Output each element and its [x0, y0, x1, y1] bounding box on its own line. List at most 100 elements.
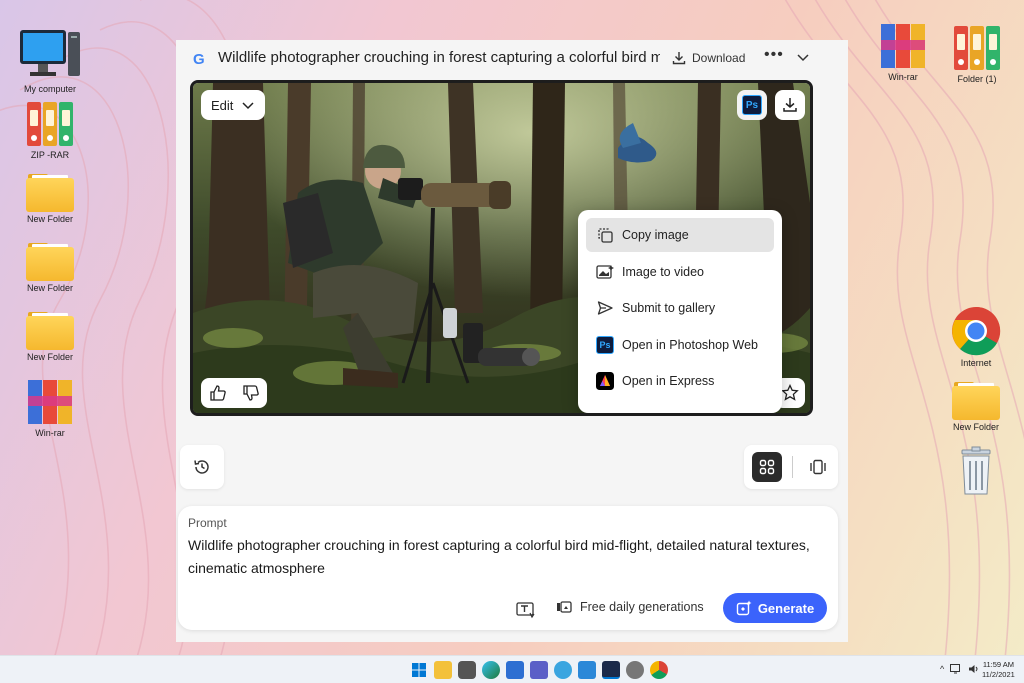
download-image-button[interactable] — [775, 90, 805, 120]
clock[interactable]: 11:59 AM 11/2/2021 — [982, 660, 1015, 680]
window-title: Wildlife photographer crouching in fores… — [218, 49, 660, 66]
active-app-icon[interactable] — [602, 661, 620, 679]
download-label: Download — [692, 51, 746, 65]
desktop-icon-label: New Folder — [26, 283, 73, 293]
settings-icon[interactable] — [626, 661, 644, 679]
computer-icon — [20, 30, 80, 76]
generate-label: Generate — [757, 600, 815, 616]
desktop-icon-winrar-right[interactable]: Win-rar — [863, 22, 943, 82]
menu-item-copy-image[interactable]: Copy image — [586, 218, 774, 252]
desktop-icon-my-computer[interactable]: My computer — [10, 26, 90, 94]
desktop-icon-new-folder-right[interactable]: New Folder — [936, 380, 1016, 432]
menu-item-label: Image to video — [622, 264, 704, 279]
menu-item-image-to-video[interactable]: Image to video — [586, 255, 774, 289]
tray-chevron-icon[interactable]: ^ — [940, 664, 944, 674]
winrar-icon — [26, 378, 74, 426]
single-view-button[interactable] — [803, 452, 833, 482]
carousel-icon — [810, 459, 826, 475]
more-options-button[interactable]: ••• — [764, 46, 784, 64]
history-button[interactable] — [180, 445, 224, 489]
desktop-icon-label: Internet — [960, 358, 992, 368]
desktop-icon-internet[interactable]: Internet — [936, 306, 1016, 368]
desktop-icon-label: ZIP -RAR — [30, 150, 70, 160]
folder-icon — [26, 241, 74, 281]
camera-icon[interactable] — [458, 661, 476, 679]
desktop-icon-new-folder-3[interactable]: New Folder — [10, 310, 90, 362]
video-icon — [596, 264, 614, 279]
network-status-icon[interactable] — [950, 664, 962, 674]
view-mode-toggle — [744, 445, 838, 489]
prompt-input[interactable]: Wildlife photographer crouching in fores… — [188, 534, 828, 580]
chrome-icon[interactable] — [650, 661, 668, 679]
prompt-label: Prompt — [188, 516, 227, 530]
firefly-window: G Wildlife photographer crouching in for… — [176, 40, 848, 642]
grid-view-button[interactable] — [752, 452, 782, 482]
binders-icon — [952, 26, 1002, 72]
history-icon — [194, 460, 209, 474]
open-in-photoshop-button[interactable]: Ps — [737, 90, 767, 120]
thumbs-down-icon[interactable] — [242, 384, 260, 402]
download-icon — [672, 52, 686, 65]
edge-icon[interactable] — [482, 661, 500, 679]
photoshop-icon: Ps — [596, 335, 614, 354]
start-button[interactable] — [410, 661, 428, 679]
chevron-down-icon — [242, 102, 254, 110]
desktop-icon-recycle-bin[interactable] — [936, 446, 1016, 496]
prompt-panel: Prompt Wildlife photographer crouching i… — [178, 506, 838, 630]
menu-item-label: Open in Express — [622, 374, 715, 389]
text-effects-button[interactable] — [514, 598, 538, 622]
google-logo-icon: G — [193, 51, 205, 68]
desktop-icon-winrar[interactable]: Win-rar — [10, 378, 90, 438]
feedback-group — [201, 378, 267, 408]
desktop-icon-label: New Folder — [952, 422, 999, 432]
thumbs-up-icon[interactable] — [209, 384, 227, 402]
photos-icon[interactable] — [578, 661, 596, 679]
text-image-icon — [516, 602, 535, 619]
desktop-icon-zip-rar[interactable]: ZIP -RAR — [10, 102, 90, 160]
credits-icon — [557, 601, 572, 613]
file-explorer-icon[interactable] — [434, 661, 452, 679]
generated-image-frame[interactable]: Edit Ps Copy image Image to video Submit… — [190, 80, 813, 416]
edit-label: Edit — [211, 97, 234, 113]
volume-icon[interactable] — [968, 664, 980, 674]
windows-icon — [412, 663, 426, 677]
desktop-icon-new-folder-2[interactable]: New Folder — [10, 241, 90, 293]
divider — [792, 456, 793, 478]
desktop-icon-label: My computer — [23, 84, 76, 94]
menu-item-label: Open in Photoshop Web — [622, 337, 758, 352]
grid-icon — [759, 459, 775, 475]
chrome-icon — [952, 306, 1001, 356]
free-generations-indicator: Free daily generations — [556, 600, 704, 614]
winrar-icon — [879, 22, 927, 70]
folder-icon — [26, 172, 74, 212]
chevron-down-icon[interactable] — [796, 50, 810, 64]
sparkle-icon — [736, 600, 752, 616]
binders-icon — [25, 102, 75, 148]
download-button[interactable]: Download — [672, 48, 745, 68]
clock-time: 11:59 AM — [982, 660, 1014, 669]
folder-icon — [26, 310, 74, 350]
menu-item-label: Copy image — [622, 228, 689, 242]
taskbar: ^ 11:59 AM 11/2/2021 — [0, 655, 1024, 683]
edit-dropdown[interactable]: Edit — [201, 90, 265, 120]
image-context-menu: Copy image Image to video Submit to gall… — [578, 210, 782, 413]
desktop-icon-label: Win-rar — [35, 428, 65, 438]
send-icon — [597, 301, 613, 315]
generate-button[interactable]: Generate — [723, 593, 827, 623]
recycle-bin-icon — [961, 446, 991, 495]
free-generations-label: Free daily generations — [580, 600, 704, 614]
network-icon[interactable] — [554, 661, 572, 679]
desktop-icon-label: New Folder — [26, 352, 73, 362]
teams-icon[interactable] — [530, 661, 548, 679]
download-icon — [783, 98, 797, 112]
desktop-icon-folder-1[interactable]: Folder (1) — [937, 26, 1017, 84]
store-icon[interactable] — [506, 661, 524, 679]
folder-icon — [952, 380, 1000, 420]
menu-item-open-in-photoshop-web[interactable]: Ps Open in Photoshop Web — [586, 328, 774, 362]
menu-item-submit-to-gallery[interactable]: Submit to gallery — [586, 291, 774, 325]
copy-icon — [598, 228, 613, 243]
desktop-icon-new-folder-1[interactable]: New Folder — [10, 172, 90, 224]
express-icon — [596, 372, 614, 391]
menu-item-open-in-express[interactable]: Open in Express — [586, 364, 774, 398]
photoshop-icon: Ps — [742, 95, 762, 115]
